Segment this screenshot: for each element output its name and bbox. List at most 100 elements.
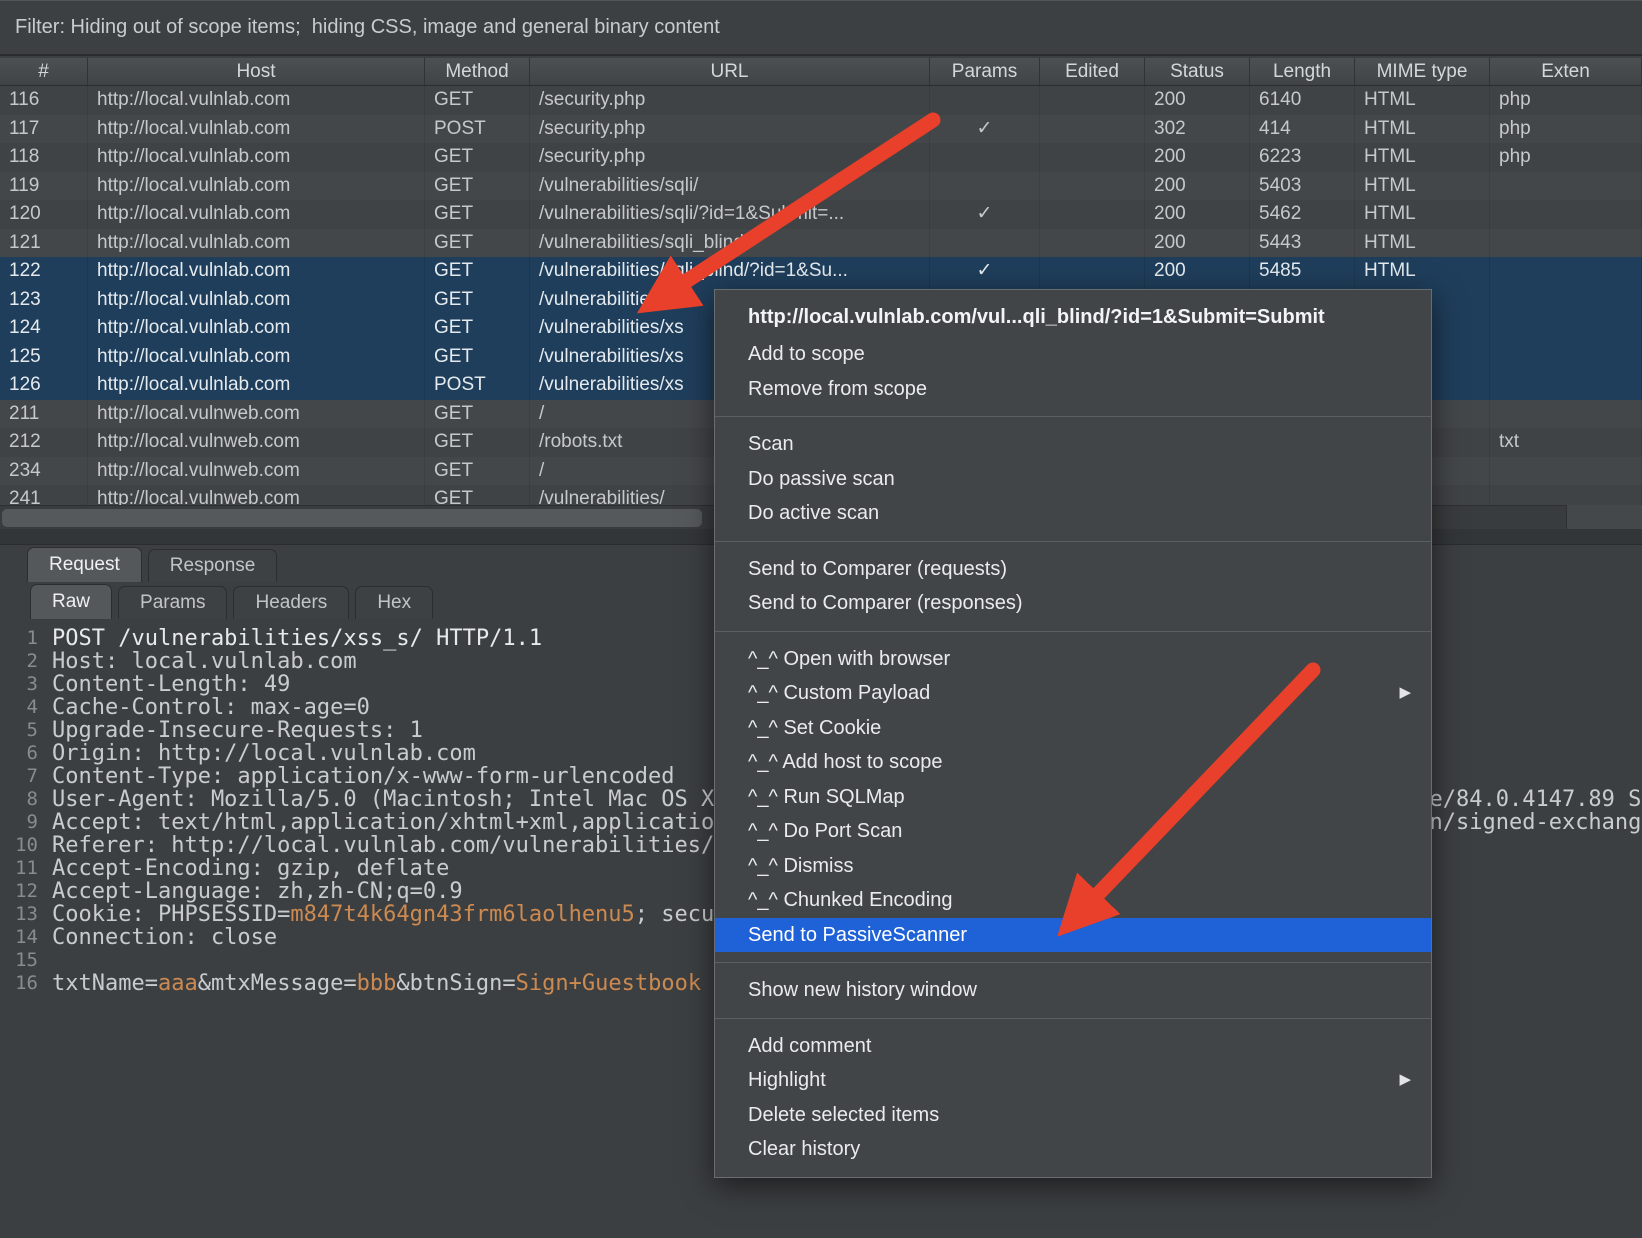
- column-header-num[interactable]: #: [0, 58, 88, 85]
- column-header-host[interactable]: Host: [88, 58, 425, 85]
- column-header-exten[interactable]: Exten: [1490, 58, 1642, 85]
- menu-item-label: ^_^ Run SQLMap: [748, 780, 905, 815]
- table-cell: txt: [1490, 428, 1642, 457]
- menu-item-label: Send to PassiveScanner: [748, 918, 967, 953]
- menu-item-set-cookie[interactable]: ^_^ Set Cookie: [715, 711, 1431, 746]
- table-cell: http://local.vulnlab.com: [88, 143, 425, 172]
- menu-item-chunked-encoding[interactable]: ^_^ Chunked Encoding: [715, 883, 1431, 918]
- table-row-117[interactable]: 117http://local.vulnlab.comPOST/security…: [0, 115, 1642, 144]
- menu-item-scan[interactable]: Scan: [715, 427, 1431, 462]
- table-cell: GET: [425, 457, 530, 486]
- table-cell: HTML: [1355, 143, 1490, 172]
- line-number: 4: [0, 696, 38, 719]
- table-cell: /security.php: [530, 86, 930, 115]
- menu-separator: [715, 631, 1431, 632]
- menu-item-clear-history[interactable]: Clear history: [715, 1132, 1431, 1167]
- menu-item-remove-from-scope[interactable]: Remove from scope: [715, 372, 1431, 407]
- menu-separator: [715, 962, 1431, 963]
- table-cell: [1490, 314, 1642, 343]
- table-cell: [1490, 257, 1642, 286]
- table-row-118[interactable]: 118http://local.vulnlab.comGET/security.…: [0, 143, 1642, 172]
- column-header-length[interactable]: Length: [1250, 58, 1355, 85]
- line-number: 9: [0, 811, 38, 834]
- table-cell: php: [1490, 86, 1642, 115]
- table-cell: http://local.vulnlab.com: [88, 314, 425, 343]
- table-row-116[interactable]: 116http://local.vulnlab.comGET/security.…: [0, 86, 1642, 115]
- menu-item-do-port-scan[interactable]: ^_^ Do Port Scan: [715, 814, 1431, 849]
- table-cell: 5462: [1250, 200, 1355, 229]
- filter-bar[interactable]: Filter: Hiding out of scope items; hidin…: [0, 0, 1642, 56]
- table-cell: 302: [1145, 115, 1250, 144]
- table-cell: 121: [0, 229, 88, 258]
- menu-item-dismiss[interactable]: ^_^ Dismiss: [715, 849, 1431, 884]
- subtab-params[interactable]: Params: [118, 586, 227, 619]
- column-header-mime-type[interactable]: MIME type: [1355, 58, 1490, 85]
- table-cell: [1040, 172, 1145, 201]
- menu-item-label: ^_^ Custom Payload: [748, 676, 930, 711]
- menu-item-send-to-comparer-requests[interactable]: Send to Comparer (requests): [715, 552, 1431, 587]
- tab-request[interactable]: Request: [27, 547, 142, 582]
- horizontal-scrollbar-thumb[interactable]: [2, 509, 702, 527]
- line-text: Accept-Encoding: gzip, deflate: [52, 857, 449, 880]
- menu-item-show-new-history-window[interactable]: Show new history window: [715, 973, 1431, 1008]
- submenu-arrow-icon: ▶: [1399, 1063, 1411, 1098]
- table-cell: GET: [425, 143, 530, 172]
- table-cell: GET: [425, 86, 530, 115]
- table-row-119[interactable]: 119http://local.vulnlab.comGET/vulnerabi…: [0, 172, 1642, 201]
- table-cell: http://local.vulnweb.com: [88, 457, 425, 486]
- menu-separator: [715, 416, 1431, 417]
- line-text: txtName=aaa&mtxMessage=bbb&btnSign=Sign+…: [52, 972, 701, 995]
- menu-item-label: Highlight: [748, 1063, 826, 1098]
- menu-item-custom-payload[interactable]: ^_^ Custom Payload▶: [715, 676, 1431, 711]
- column-header-status[interactable]: Status: [1145, 58, 1250, 85]
- subtab-raw[interactable]: Raw: [30, 584, 112, 619]
- menu-item-do-active-scan[interactable]: Do active scan: [715, 496, 1431, 531]
- menu-item-label: Send to Comparer (requests): [748, 552, 1007, 587]
- column-header-params[interactable]: Params: [930, 58, 1040, 85]
- subtab-hex[interactable]: Hex: [355, 586, 433, 619]
- table-row-122[interactable]: 122http://local.vulnlab.comGET/vulnerabi…: [0, 257, 1642, 286]
- line-text: Accept-Language: zh,zh-CN;q=0.9: [52, 880, 463, 903]
- table-cell: [930, 143, 1040, 172]
- menu-item-do-passive-scan[interactable]: Do passive scan: [715, 462, 1431, 497]
- menu-item-delete-selected-items[interactable]: Delete selected items: [715, 1098, 1431, 1133]
- subtab-headers[interactable]: Headers: [233, 586, 349, 619]
- column-header-url[interactable]: URL: [530, 58, 930, 85]
- table-cell: [1490, 457, 1642, 486]
- column-header-method[interactable]: Method: [425, 58, 530, 85]
- table-cell: 200: [1145, 257, 1250, 286]
- menu-item-add-comment[interactable]: Add comment: [715, 1029, 1431, 1064]
- table-cell: 116: [0, 86, 88, 115]
- column-header-edited[interactable]: Edited: [1040, 58, 1145, 85]
- table-cell: 119: [0, 172, 88, 201]
- table-cell: http://local.vulnweb.com: [88, 485, 425, 505]
- table-cell: 125: [0, 343, 88, 372]
- table-cell: HTML: [1355, 86, 1490, 115]
- table-cell: 200: [1145, 200, 1250, 229]
- table-cell: /security.php: [530, 143, 930, 172]
- table-cell: GET: [425, 428, 530, 457]
- menu-item-label: ^_^ Dismiss: [748, 849, 853, 884]
- tab-response[interactable]: Response: [148, 549, 278, 582]
- table-cell: [930, 229, 1040, 258]
- table-row-120[interactable]: 120http://local.vulnlab.comGET/vulnerabi…: [0, 200, 1642, 229]
- table-cell: HTML: [1355, 257, 1490, 286]
- table-row-121[interactable]: 121http://local.vulnlab.comGET/vulnerabi…: [0, 229, 1642, 258]
- table-cell: GET: [425, 286, 530, 315]
- menu-item-add-to-scope[interactable]: Add to scope: [715, 337, 1431, 372]
- table-cell: [1490, 286, 1642, 315]
- line-number: 14: [0, 926, 38, 949]
- table-cell: php: [1490, 143, 1642, 172]
- menu-item-highlight[interactable]: Highlight ▶: [715, 1063, 1431, 1098]
- menu-item-open-with-browser[interactable]: ^_^ Open with browser: [715, 642, 1431, 677]
- context-menu-title: http://local.vulnlab.com/vul...qli_blind…: [715, 297, 1431, 337]
- line-number: 5: [0, 719, 38, 742]
- menu-item-send-to-comparer-responses[interactable]: Send to Comparer (responses): [715, 586, 1431, 621]
- menu-item-run-sqlmap[interactable]: ^_^ Run SQLMap: [715, 780, 1431, 815]
- line-number: 11: [0, 857, 38, 880]
- line-text: Content-Type: application/x-www-form-url…: [52, 765, 675, 788]
- line-number: 1: [0, 627, 38, 650]
- menu-item-add-host-to-scope[interactable]: ^_^ Add host to scope: [715, 745, 1431, 780]
- table-cell: 124: [0, 314, 88, 343]
- menu-item-send-to-passivescanner[interactable]: Send to PassiveScanner: [715, 918, 1431, 953]
